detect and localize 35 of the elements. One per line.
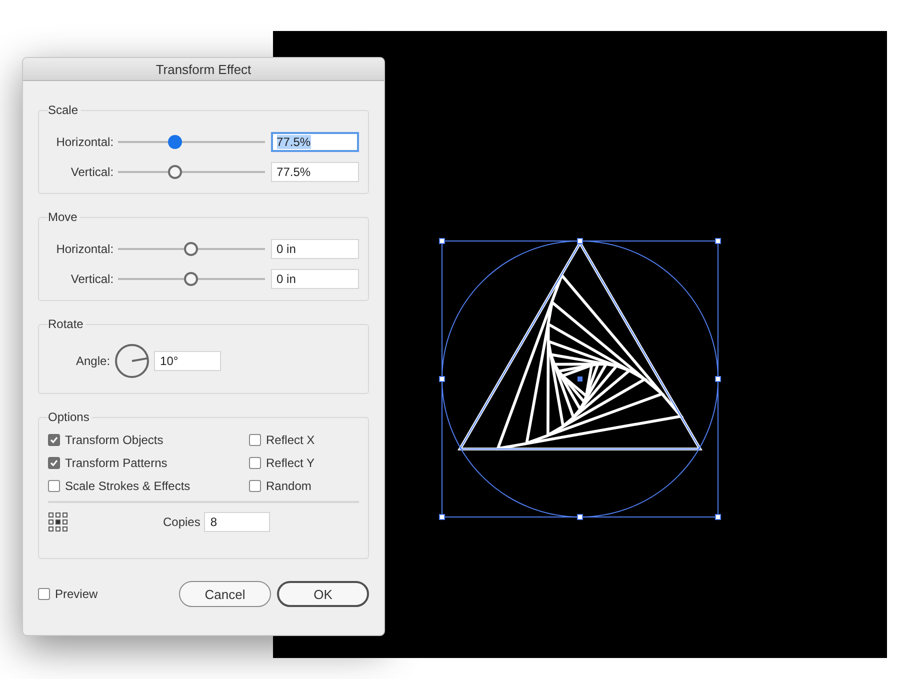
field-label: Copies xyxy=(163,515,200,529)
slider-thumb[interactable] xyxy=(168,165,182,179)
checkbox[interactable]: Transform Objects xyxy=(48,433,249,447)
field-label: Horizontal: xyxy=(55,135,115,149)
field-label: Angle: xyxy=(76,354,110,368)
slider-thumb[interactable] xyxy=(184,272,198,286)
dialog-button[interactable]: OK xyxy=(277,581,369,607)
reference-point-icon[interactable] xyxy=(48,512,68,532)
field-label: Vertical: xyxy=(70,272,115,286)
group-title: Move xyxy=(48,210,80,224)
group-title: Rotate xyxy=(48,317,86,331)
text-field[interactable]: 0 in xyxy=(270,239,359,259)
field-label: Horizontal: xyxy=(55,242,115,256)
group-title: Options xyxy=(48,410,92,424)
slider-thumb[interactable] xyxy=(168,135,182,149)
text-field[interactable]: 77.5% xyxy=(270,132,359,152)
field-label: Vertical: xyxy=(70,165,115,179)
text-field[interactable]: 0 in xyxy=(270,269,359,289)
checkbox[interactable]: Preview xyxy=(38,587,98,601)
checkbox[interactable]: Scale Strokes & Effects xyxy=(48,479,249,493)
checkbox[interactable]: Random xyxy=(249,479,359,493)
checkbox[interactable]: Reflect X xyxy=(249,433,359,447)
check-icon xyxy=(50,459,58,467)
text-field[interactable]: 77.5% xyxy=(270,162,359,182)
check-icon xyxy=(50,436,58,444)
text-field[interactable]: 8 xyxy=(204,512,270,532)
selection-bounding-box[interactable] xyxy=(439,238,721,520)
dialog-button[interactable]: Cancel xyxy=(179,581,271,607)
slider-thumb[interactable] xyxy=(184,242,198,256)
checkbox[interactable]: Transform Patterns xyxy=(48,456,249,470)
text-field[interactable]: 10° xyxy=(154,351,222,371)
checkbox[interactable]: Reflect Y xyxy=(249,456,359,470)
window-title: Transform Effect xyxy=(23,58,384,81)
group-title: Scale xyxy=(48,103,82,117)
angle-dial-icon[interactable] xyxy=(114,343,150,379)
